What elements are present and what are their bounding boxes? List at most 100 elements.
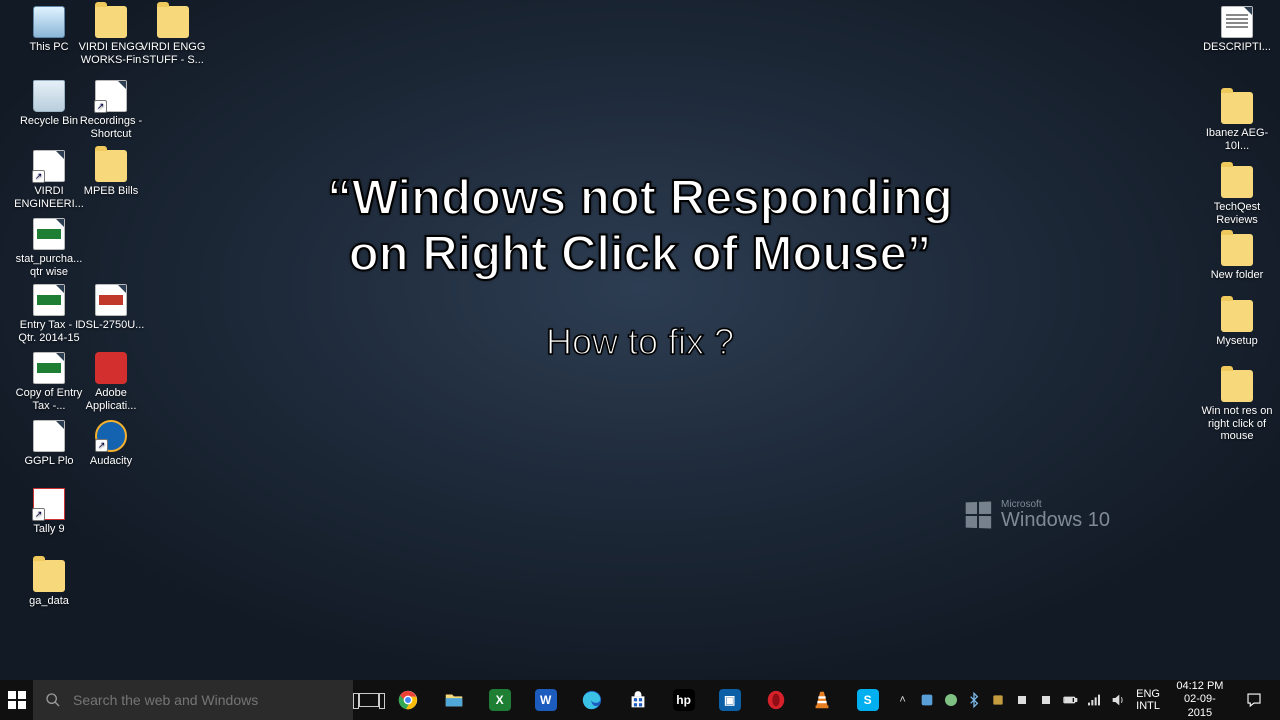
- desktop-icon-audacity[interactable]: Audacity: [74, 420, 148, 468]
- tray-icon-6[interactable]: [1034, 680, 1058, 720]
- desktop-icon-mpeb-bills[interactable]: MPEB Bills: [74, 150, 148, 198]
- tray-bluetooth-icon[interactable]: [962, 680, 986, 720]
- dropbox-icon: ▣: [719, 689, 741, 711]
- taskbar-pin-excel[interactable]: X: [477, 680, 523, 720]
- windows-logo-icon: [966, 502, 991, 529]
- desktop-icon-label: Recordings - Shortcut: [74, 115, 148, 140]
- desktop-icon-win-not-res-folder[interactable]: Win not res on right click of mouse: [1200, 370, 1274, 443]
- desktop-icon-label: Win not res on right click of mouse: [1200, 405, 1274, 443]
- desktop[interactable]: This PCVIRDI ENGG WORKS-FinVIRDI ENGG ST…: [0, 0, 1280, 680]
- action-center-button[interactable]: [1234, 691, 1275, 709]
- desktop-icon-dsl-2750u[interactable]: DSL-2750U...: [74, 284, 148, 332]
- word-icon: W: [535, 689, 557, 711]
- pc-icon: [33, 6, 65, 38]
- opera-icon: [765, 689, 787, 711]
- hp-icon: hp: [673, 689, 695, 711]
- start-icon: [8, 691, 26, 709]
- desktop-icon-description-txt[interactable]: DESCRIPTI...: [1200, 6, 1274, 54]
- lang-line2: INTL: [1136, 700, 1160, 712]
- desktop-icon-label: Ibanez AEG-10I...: [1200, 127, 1274, 152]
- folder-icon: [1221, 166, 1253, 198]
- watermark-big: Windows: [1001, 509, 1082, 531]
- tray-volume-icon[interactable]: [1106, 680, 1130, 720]
- overlay-text: “Windows not Respondingon Right Click of…: [0, 170, 1280, 363]
- folder-icon: [95, 6, 127, 38]
- xls-icon: [33, 352, 65, 384]
- tray-battery-icon[interactable]: [1058, 680, 1082, 720]
- clock-time: 04:12 PM: [1174, 680, 1226, 693]
- desktop-icon-label: Tally 9: [12, 523, 86, 536]
- taskbar-pin-store[interactable]: [615, 680, 661, 720]
- file-icon: [33, 420, 65, 452]
- desktop-icon-label: DSL-2750U...: [74, 319, 148, 332]
- desktop-icon-label: TechQest Reviews: [1200, 201, 1274, 226]
- bin-icon: [33, 80, 65, 112]
- desktop-icon-stat-purchase[interactable]: stat_purcha... qtr wise: [12, 218, 86, 278]
- taskbar-pin-opera[interactable]: [753, 680, 799, 720]
- desktop-icon-label: New folder: [1200, 269, 1274, 282]
- folder-icon: [157, 6, 189, 38]
- desktop-icon-label: stat_purcha... qtr wise: [12, 253, 86, 278]
- taskbar-pin-word[interactable]: W: [523, 680, 569, 720]
- taskbar-pinned-apps: XWhp ▣ S: [385, 680, 891, 720]
- windows-watermark: Microsoft Windows 10: [965, 500, 1110, 530]
- overlay-line2: How to fix ?: [0, 321, 1280, 363]
- taskbar-pin-file-explorer[interactable]: [431, 680, 477, 720]
- tray-icon-4[interactable]: [986, 680, 1010, 720]
- lang-line1: ENG: [1136, 688, 1160, 700]
- tray-network-icon[interactable]: [1082, 680, 1106, 720]
- tally-icon: [33, 488, 65, 520]
- start-button[interactable]: [0, 680, 33, 720]
- search-box[interactable]: [33, 680, 353, 720]
- desktop-icon-new-folder[interactable]: New folder: [1200, 234, 1274, 282]
- taskbar-pin-edge[interactable]: [569, 680, 615, 720]
- txt-icon: [1221, 6, 1253, 38]
- desktop-icon-adobe-application[interactable]: Adobe Applicati...: [74, 352, 148, 412]
- overlay-line1b: on Right Click of Mouse”: [349, 227, 932, 281]
- folder-icon: [1221, 234, 1253, 266]
- file-icon: [33, 150, 65, 182]
- desktop-icon-label: VIRDI ENGG STUFF - S...: [136, 41, 210, 66]
- language-indicator[interactable]: ENG INTL: [1130, 688, 1166, 712]
- task-view-button[interactable]: [353, 680, 385, 720]
- taskbar-pin-vlc[interactable]: [799, 680, 845, 720]
- skype-icon: S: [857, 689, 879, 711]
- desktop-icon-tally-9[interactable]: Tally 9: [12, 488, 86, 536]
- desktop-icon-label: Mysetup: [1200, 335, 1274, 348]
- desktop-icon-ga-data[interactable]: ga_data: [12, 560, 86, 608]
- pdf-icon: [95, 284, 127, 316]
- clock[interactable]: 04:12 PM 02-09-2015: [1166, 680, 1234, 720]
- search-icon: [45, 692, 61, 708]
- tray-overflow-button[interactable]: ˄: [891, 680, 915, 720]
- taskbar-pin-skype[interactable]: S: [845, 680, 891, 720]
- overlay-line1a: “Windows not Responding: [327, 171, 953, 225]
- desktop-icon-ibanez-aeg-10i[interactable]: Ibanez AEG-10I...: [1200, 92, 1274, 152]
- taskbar-pin-dropbox[interactable]: ▣: [707, 680, 753, 720]
- folder-icon: [33, 560, 65, 592]
- tray-icon-1[interactable]: [915, 680, 939, 720]
- audacity-icon: [95, 420, 127, 452]
- adobe-icon: [95, 352, 127, 384]
- desktop-icon-recordings-shortcut[interactable]: Recordings - Shortcut: [74, 80, 148, 140]
- desktop-icon-label: MPEB Bills: [74, 185, 148, 198]
- desktop-icon-label: ga_data: [12, 595, 86, 608]
- desktop-icon-mysetup[interactable]: Mysetup: [1200, 300, 1274, 348]
- task-view-icon: [359, 693, 379, 707]
- vlc-icon: [811, 689, 833, 711]
- taskbar-pin-chrome[interactable]: [385, 680, 431, 720]
- xls-icon: [33, 218, 65, 250]
- taskbar: XWhp ▣ S ˄ ENG INTL 04:12 PM 02-09-2015: [0, 680, 1280, 720]
- taskbar-pin-hp[interactable]: hp: [661, 680, 707, 720]
- clock-date: 02-09-2015: [1174, 693, 1226, 719]
- tray-icon-2[interactable]: [939, 680, 963, 720]
- tray-icon-5[interactable]: [1010, 680, 1034, 720]
- file-icon: [95, 80, 127, 112]
- desktop-icon-virdi-engg-stuff-s[interactable]: VIRDI ENGG STUFF - S...: [136, 6, 210, 66]
- folder-icon: [1221, 300, 1253, 332]
- desktop-icon-techqest-reviews[interactable]: TechQest Reviews: [1200, 166, 1274, 226]
- edge-icon: [581, 689, 603, 711]
- store-icon: [627, 689, 649, 711]
- search-input[interactable]: [73, 692, 341, 708]
- folder-icon: [95, 150, 127, 182]
- folder-icon: [1221, 370, 1253, 402]
